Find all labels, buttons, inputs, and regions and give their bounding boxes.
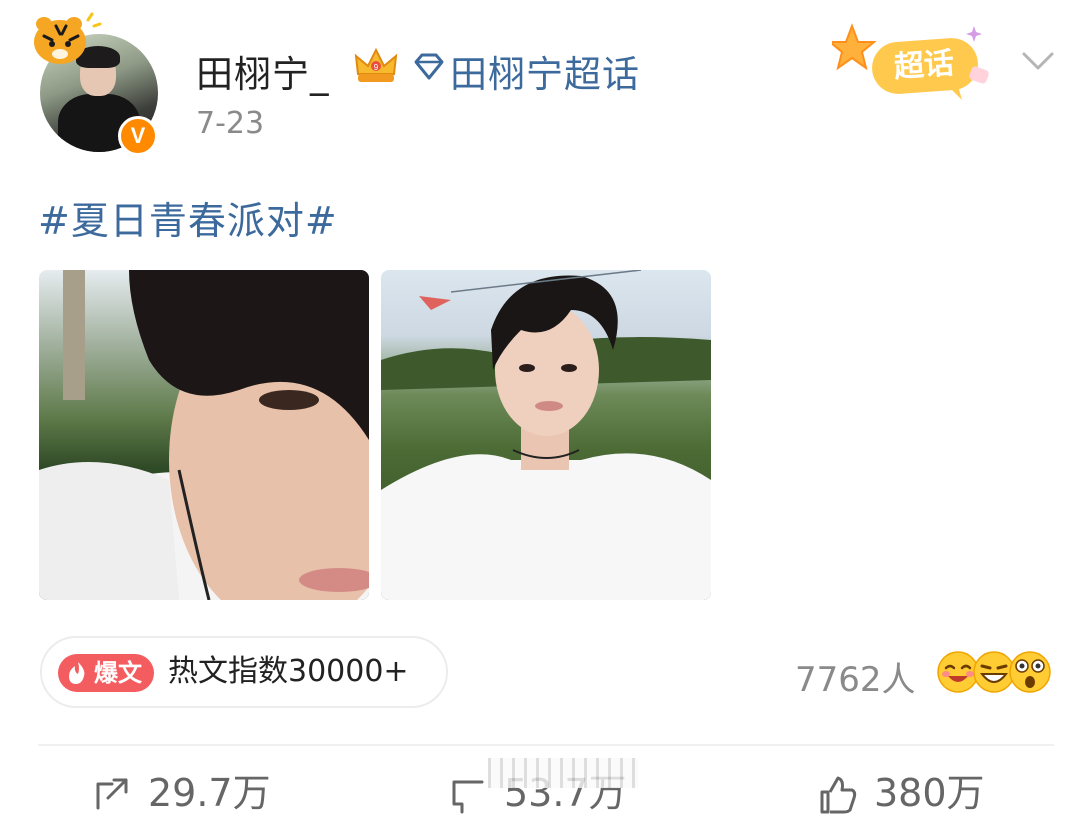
thumbs-up-icon — [820, 776, 857, 814]
like-count: 380万 — [874, 771, 985, 815]
blurred-overlay — [488, 758, 638, 788]
divider — [38, 744, 1054, 746]
super-topic-badge-label: 超话 — [892, 45, 956, 86]
surprised-emoji[interactable] — [1008, 650, 1052, 694]
crown-icon[interactable]: 9 — [352, 44, 400, 88]
photo-selfie-grass[interactable] — [381, 270, 711, 600]
tiger-sticker-icon — [34, 12, 102, 64]
post-date: 7-23 — [196, 106, 265, 141]
author-name[interactable]: 田栩宁_ — [196, 44, 330, 98]
super-topic-badge[interactable]: 超话 — [832, 20, 1002, 106]
chevron-down-icon[interactable] — [1018, 46, 1058, 76]
share-icon — [96, 778, 128, 810]
diamond-icon[interactable] — [412, 50, 446, 84]
flame-icon — [69, 662, 85, 684]
super-topic-link[interactable]: 田栩宁超话 — [450, 44, 640, 98]
share-count: 29.7万 — [148, 771, 271, 815]
author-avatar[interactable]: V — [30, 12, 170, 157]
hot-article-tag: 爆文 — [58, 654, 154, 692]
verified-icon: V — [118, 116, 158, 156]
hot-article-pill[interactable]: 爆文 热文指数30000+ — [40, 636, 448, 708]
hashtag-link[interactable]: #夏日青春派对# — [38, 190, 338, 245]
photo-1-illustration — [39, 270, 369, 600]
reaction-count[interactable]: 7762人 — [795, 652, 916, 701]
hot-article-index: 热文指数30000+ — [168, 654, 409, 689]
hot-article-tag-label: 爆文 — [94, 659, 142, 687]
photo-2-illustration — [381, 270, 711, 600]
photo-selfie-closeup[interactable] — [39, 270, 369, 600]
svg-text:9: 9 — [374, 63, 379, 72]
comment-icon — [452, 780, 484, 814]
